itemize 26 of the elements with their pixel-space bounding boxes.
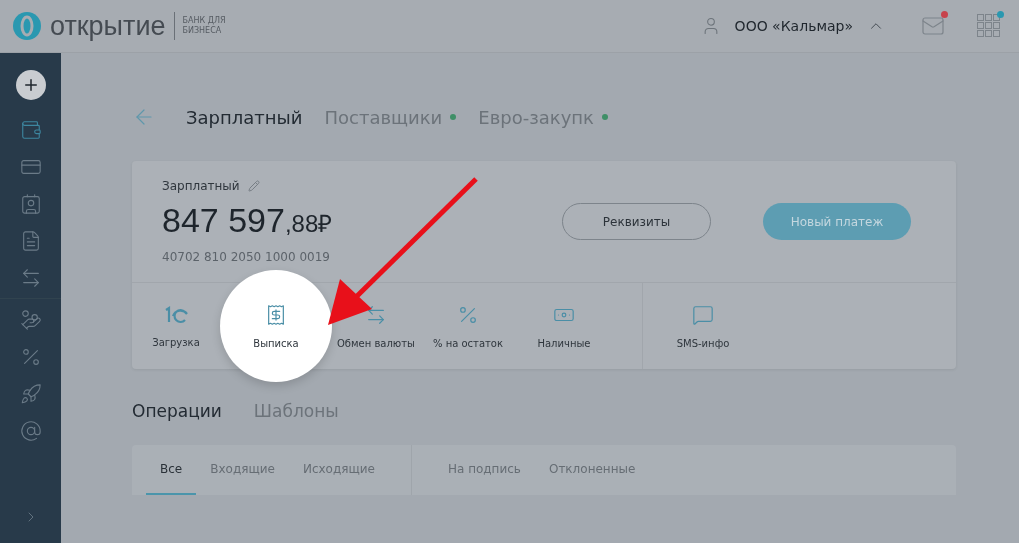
status-dot (601, 114, 608, 120)
account-name: Зарплатный (162, 179, 240, 193)
action-button[interactable]: Обмен валюты (332, 283, 420, 369)
receipt-icon (265, 303, 287, 326)
filter-tab[interactable]: Все (146, 445, 197, 495)
action-button[interactable]: Выписка (220, 270, 332, 382)
apps-grid-icon[interactable] (977, 14, 1001, 38)
add-button[interactable] (15, 70, 46, 100)
action-button[interactable]: Наличные (516, 283, 612, 369)
company-name[interactable]: ООО «Кальмар» (734, 18, 853, 34)
logo-icon (12, 11, 42, 41)
logo-text: открытие (50, 10, 166, 42)
exchange-icon (365, 303, 387, 326)
one-c-icon (163, 304, 189, 325)
account-number: 40702 810 2050 1000 0019 (162, 250, 331, 264)
action-button[interactable]: SMS-инфо (655, 283, 751, 369)
logo-subtitle: БАНК ДЛЯ БИЗНЕСА (182, 15, 227, 37)
action-button[interactable]: % на остаток (420, 283, 516, 369)
section-tab[interactable]: Операции (132, 401, 222, 421)
action-button[interactable]: Загрузка (132, 283, 220, 369)
sms-icon (692, 303, 714, 326)
account-tab[interactable]: Зарплатный (186, 106, 303, 128)
status-dot (450, 114, 457, 120)
mail-icon[interactable] (921, 14, 945, 38)
account-balance: 847 597,88₽ (162, 201, 334, 240)
edit-icon[interactable] (247, 180, 260, 192)
